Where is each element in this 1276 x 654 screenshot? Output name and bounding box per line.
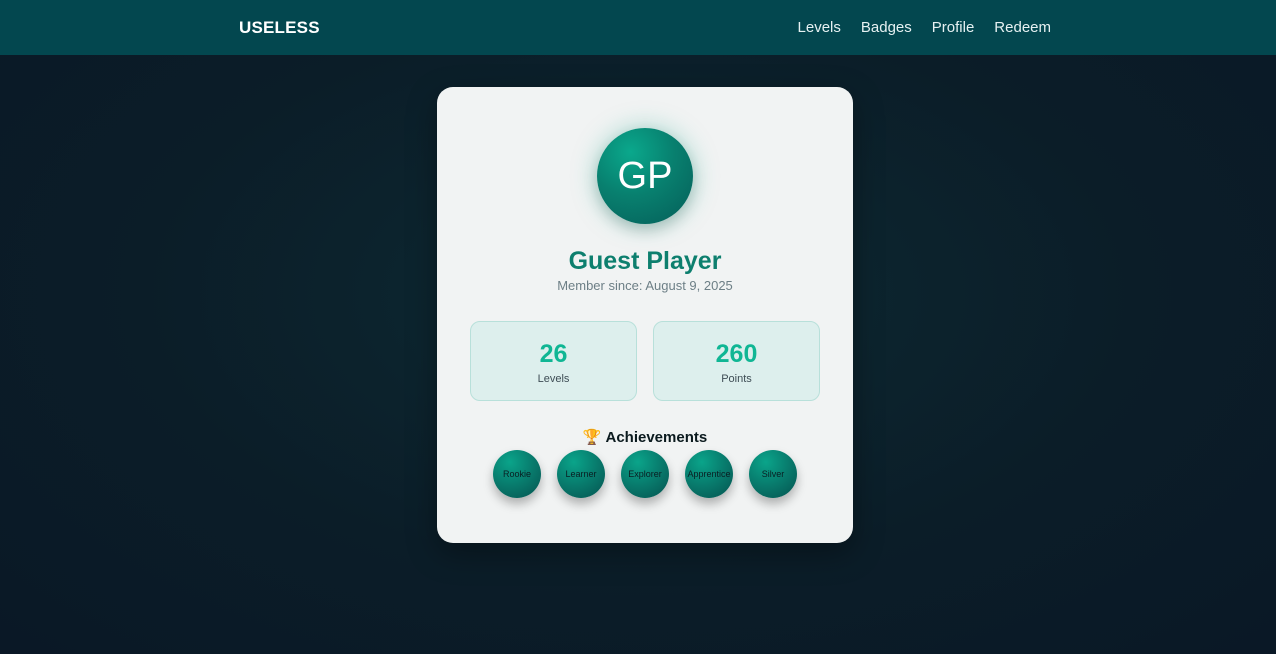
nav-link-profile[interactable]: Profile [932, 19, 975, 36]
member-since: Member since: August 9, 2025 [557, 278, 733, 293]
badge-apprentice[interactable]: Apprentice [685, 450, 733, 498]
nav-link-levels[interactable]: Levels [798, 19, 841, 36]
stat-points: 260 Points [653, 321, 820, 401]
achievements-title: Achievements [605, 429, 708, 446]
stat-points-label: Points [721, 373, 752, 385]
nav-link-redeem[interactable]: Redeem [994, 19, 1051, 36]
brand-logo[interactable]: USELESS [239, 18, 320, 38]
trophy-icon: 🏆 [582, 429, 602, 446]
achievements-heading: 🏆 Achievements [437, 428, 853, 446]
main-nav: Levels Badges Profile Redeem [798, 19, 1051, 36]
stat-levels-label: Levels [537, 373, 570, 385]
badge-learner[interactable]: Learner [557, 450, 605, 498]
badge-list: Rookie Learner Explorer Apprentice Silve… [493, 450, 813, 498]
avatar: GP [597, 128, 693, 224]
top-navbar: USELESS Levels Badges Profile Redeem [0, 0, 1276, 55]
player-name: Guest Player [568, 247, 722, 275]
badge-rookie[interactable]: Rookie [493, 450, 541, 498]
stat-levels-value: 26 [539, 340, 568, 368]
nav-link-badges[interactable]: Badges [861, 19, 912, 36]
avatar-initials: GP [617, 154, 673, 197]
badge-silver[interactable]: Silver [749, 450, 797, 498]
stat-points-value: 260 [715, 340, 758, 368]
stat-levels: 26 Levels [470, 321, 637, 401]
badge-explorer[interactable]: Explorer [621, 450, 669, 498]
profile-card: GP Guest Player Member since: August 9, … [437, 87, 853, 543]
